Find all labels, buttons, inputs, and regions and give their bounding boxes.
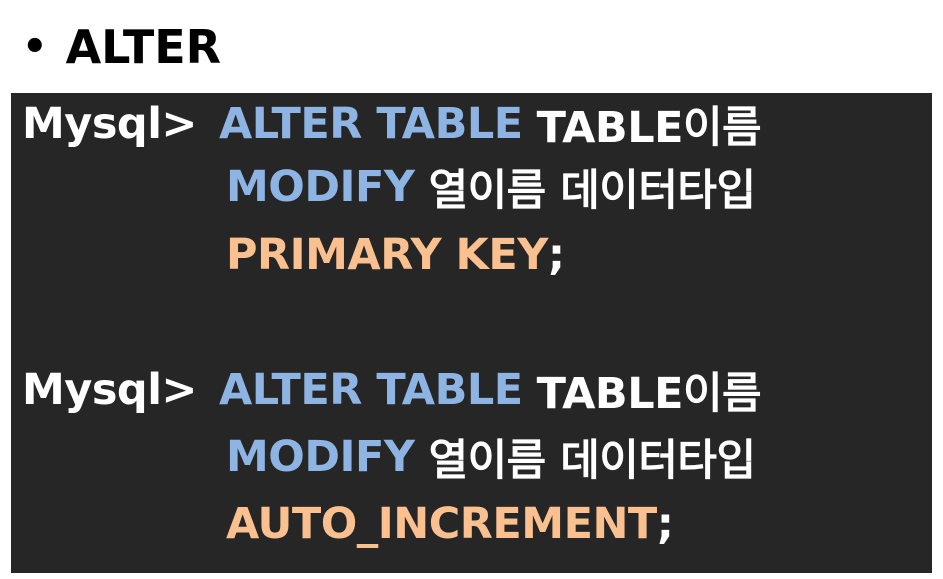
sql-keyword: MODIFY	[226, 162, 415, 212]
code-line: AUTO_INCREMENT;	[226, 493, 674, 555]
sql-keyword: ALTER TABLE	[218, 365, 523, 415]
column-type-placeholder: 열이름 데이터타입	[428, 166, 756, 216]
code-line: MODIFY 열이름 데이터타입	[226, 156, 756, 218]
code-block: Mysql> ALTER TABLE TABLE이름 MODIFY 열이름 데이터타입…	[11, 93, 932, 573]
sql-keyword: ALTER TABLE	[218, 99, 523, 149]
statement-terminator: ;	[547, 230, 565, 280]
code-line: MODIFY 열이름 데이터타입	[226, 426, 756, 488]
column-type-placeholder: 열이름 데이터타입	[428, 436, 756, 486]
sql-constraint: AUTO_INCREMENT	[226, 499, 657, 549]
code-line: Mysql> ALTER TABLE TABLE이름	[22, 359, 762, 421]
bullet-icon: •	[22, 24, 48, 70]
mysql-prompt: Mysql>	[22, 365, 197, 415]
sql-constraint: PRIMARY KEY	[226, 230, 548, 280]
slide-heading: • ALTER	[22, 14, 221, 80]
table-name-placeholder: TABLE이름	[536, 369, 762, 419]
table-name-placeholder: TABLE이름	[536, 103, 762, 153]
statement-terminator: ;	[656, 499, 674, 549]
heading-title: ALTER	[65, 20, 222, 74]
mysql-prompt: Mysql>	[22, 99, 197, 149]
sql-keyword: MODIFY	[226, 432, 415, 482]
code-line: Mysql> ALTER TABLE TABLE이름	[22, 93, 762, 155]
code-line: PRIMARY KEY;	[226, 224, 565, 286]
slide: • ALTER Mysql> ALTER TABLE TABLE이름 MODIFY 열…	[0, 0, 943, 579]
